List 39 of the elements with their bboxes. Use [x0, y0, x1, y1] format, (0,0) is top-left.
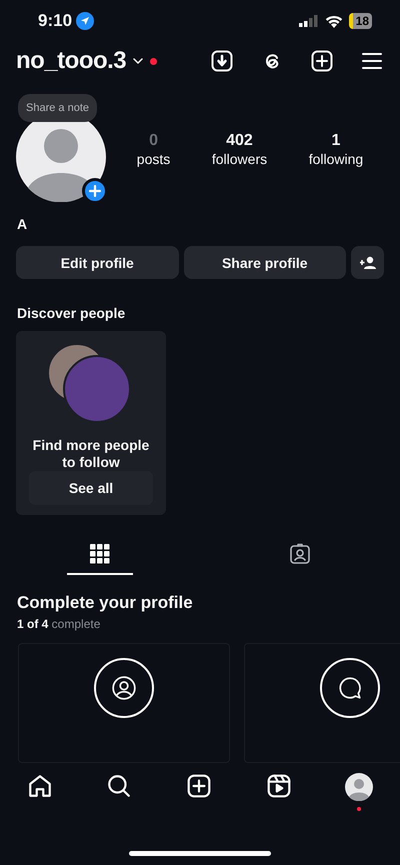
plus-icon: [89, 185, 101, 197]
search-icon: [106, 773, 132, 799]
display-name: A: [16, 215, 28, 232]
stat-count: 402: [226, 132, 253, 150]
person-icon: [111, 675, 137, 701]
wifi-icon: [324, 14, 343, 28]
stat-label: posts: [136, 150, 170, 166]
speech-bubble-icon: [337, 675, 363, 701]
plus-square-icon: [186, 773, 212, 799]
section-title: Complete your profile: [16, 592, 194, 614]
plus-square-icon: [310, 49, 334, 74]
add-person-icon: [360, 256, 376, 270]
tagged-person-icon: [288, 542, 312, 566]
progress-text: 1 of 4 complete: [16, 617, 102, 631]
share-note-bubble[interactable]: Share a note: [18, 94, 97, 122]
create-button[interactable]: [310, 49, 334, 74]
section-title: Discover people: [16, 304, 126, 323]
status-time: 9:10: [38, 11, 72, 32]
username: no_tooo.3: [16, 47, 126, 76]
play-square-icon: [266, 773, 292, 799]
account-switcher-button[interactable]: [132, 57, 144, 66]
download-button[interactable]: [210, 49, 234, 74]
avatar-icon: [345, 773, 374, 801]
stat-count: 1: [331, 132, 340, 150]
card-text: Find more people to follow: [32, 437, 150, 471]
profile-action-button[interactable]: Edit profile: [16, 246, 178, 279]
grid-icon: [90, 544, 110, 564]
stat-label: following: [308, 150, 364, 166]
location-icon: [76, 12, 94, 30]
download-icon: [210, 49, 234, 74]
stat-label: followers: [212, 150, 268, 166]
add-person-button[interactable]: [351, 246, 384, 279]
stat-count: 0: [149, 132, 158, 150]
caret-icon: [132, 57, 144, 66]
battery-level: 18: [348, 13, 372, 30]
see-all-button[interactable]: See all: [29, 471, 153, 505]
profile-action-button[interactable]: Share profile: [184, 246, 346, 279]
signal-icon: [298, 15, 319, 28]
home-icon: [26, 773, 53, 799]
